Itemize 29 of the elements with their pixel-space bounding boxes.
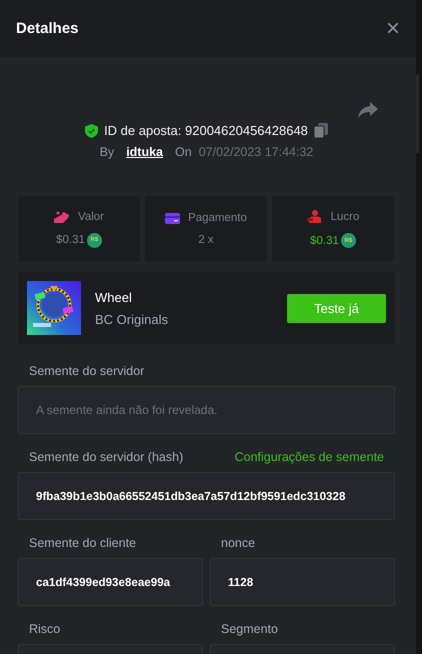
field-label: Semente do cliente [29, 536, 136, 550]
input-field[interactable]: ca1df4399ed93e8eae99a [18, 558, 203, 606]
bet-date: 07/02/2023 17:44:32 [198, 145, 314, 159]
stat-value: $0.31 [310, 234, 339, 246]
dialog-title: Detalhes [16, 20, 79, 37]
stat-label: Pagamento [188, 212, 247, 224]
card-icon [165, 212, 180, 224]
share-icon[interactable] [358, 102, 378, 118]
game-provider: BC Originals [95, 312, 169, 326]
stat-label: Lucro [330, 210, 360, 222]
field-label: nonce [221, 536, 256, 550]
user-link[interactable]: idtuka [126, 145, 163, 159]
field-label: Risco [29, 622, 60, 636]
person-icon [306, 210, 323, 223]
by-label: By [100, 145, 114, 159]
game-name: Wheel [95, 290, 133, 304]
input-field[interactable]: 1128 [210, 558, 395, 606]
stat-label: Valor [78, 210, 104, 222]
on-label: On [175, 145, 192, 159]
field-label: Semente do servidor (hash) [29, 450, 184, 464]
field-label: Segmento [221, 622, 278, 636]
close-button[interactable]: × [386, 16, 400, 40]
stat-value: $0.31 [56, 234, 85, 246]
copy-icon[interactable] [314, 123, 328, 138]
field-label: Semente do servidor [29, 364, 144, 378]
input-field[interactable]: 9fba39b1e3b0a66552451db3ea7a57d12bf9591edc310328 [18, 472, 395, 520]
seed-settings-link[interactable]: Configurações de semente [234, 450, 384, 464]
bet-id: ID de aposta: 92004620456428648 [104, 123, 308, 138]
stat-value: 2 x [198, 234, 214, 246]
